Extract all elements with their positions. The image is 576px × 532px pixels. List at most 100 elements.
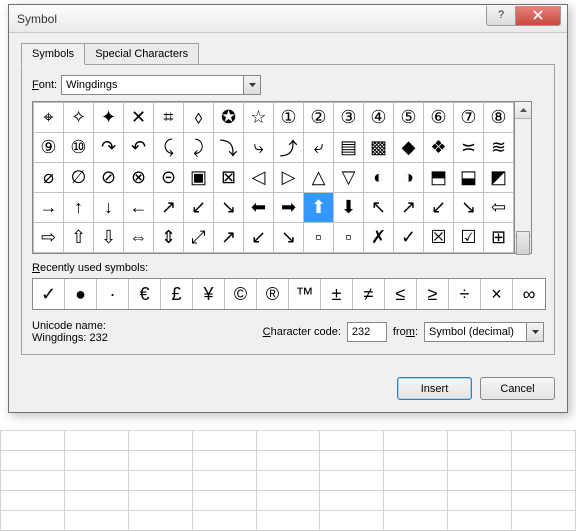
recent-symbol-cell[interactable]: ≥ [417, 279, 449, 309]
recent-symbol-cell[interactable]: ● [65, 279, 97, 309]
recent-symbol-cell[interactable]: ™ [289, 279, 321, 309]
titlebar[interactable]: Symbol ? [9, 5, 567, 33]
symbol-cell[interactable]: ⤴ [274, 133, 304, 163]
scroll-up-button[interactable] [515, 102, 531, 119]
symbol-cell[interactable]: ⑨ [34, 133, 64, 163]
recent-symbol-cell[interactable]: × [481, 279, 513, 309]
symbol-cell[interactable]: ➡ [274, 193, 304, 223]
symbol-cell[interactable]: ↘ [214, 193, 244, 223]
symbol-cell[interactable]: ❖ [424, 133, 454, 163]
symbol-grid[interactable]: ⌖✧✦✕⌗⬨✪☆①②③④⑤⑥⑦⑧⑨⑩↷↶⤹⤸⤵⤷⤴⤶▤▩◆❖≍≋⌀∅⊘⊗⊝▣⊠◁… [32, 101, 515, 254]
symbol-cell[interactable]: ✧ [64, 103, 94, 133]
symbol-cell[interactable]: ⌗ [154, 103, 184, 133]
symbol-cell[interactable]: ✕ [124, 103, 154, 133]
symbol-cell[interactable]: ▤ [334, 133, 364, 163]
spreadsheet-grid[interactable] [0, 430, 576, 531]
symbol-cell[interactable]: ⑤ [394, 103, 424, 133]
font-combobox[interactable]: Wingdings [61, 75, 261, 95]
symbol-cell[interactable]: ④ [364, 103, 394, 133]
symbol-cell[interactable]: ◐ [364, 163, 394, 193]
symbol-cell[interactable]: ↖ [364, 193, 394, 223]
symbol-cell[interactable]: ⤹ [154, 133, 184, 163]
tab-special-characters[interactable]: Special Characters [84, 43, 199, 65]
symbol-cell[interactable]: ← [124, 193, 154, 223]
recent-symbol-cell[interactable]: ✓ [33, 279, 65, 309]
symbol-cell[interactable]: ⊘ [94, 163, 124, 193]
symbol-cell[interactable]: ☆ [244, 103, 274, 133]
character-code-input[interactable]: 232 [347, 322, 387, 342]
symbol-cell[interactable]: → [34, 193, 64, 223]
symbol-cell[interactable]: ↑ [64, 193, 94, 223]
symbol-cell[interactable]: ↓ [94, 193, 124, 223]
symbol-cell[interactable]: △ [304, 163, 334, 193]
symbol-cell[interactable]: ↙ [424, 193, 454, 223]
symbol-cell[interactable]: ≋ [484, 133, 514, 163]
recent-symbol-cell[interactable]: € [129, 279, 161, 309]
symbol-cell[interactable]: ∅ [64, 163, 94, 193]
recent-symbol-cell[interactable]: ¥ [193, 279, 225, 309]
symbol-cell[interactable]: ▫ [334, 223, 364, 253]
symbol-cell[interactable]: ☒ [424, 223, 454, 253]
symbol-cell[interactable]: ▷ [274, 163, 304, 193]
symbol-cell[interactable]: ⬓ [454, 163, 484, 193]
symbol-cell[interactable]: ◆ [394, 133, 424, 163]
symbol-cell[interactable]: ✪ [214, 103, 244, 133]
symbol-cell[interactable]: ⊗ [124, 163, 154, 193]
scroll-track[interactable] [515, 119, 531, 236]
symbol-cell[interactable]: ⤷ [244, 133, 274, 163]
symbol-cell[interactable]: ≍ [454, 133, 484, 163]
recent-symbol-cell[interactable]: ≠ [353, 279, 385, 309]
symbol-cell[interactable]: ⤶ [304, 133, 334, 163]
recent-symbol-cell[interactable]: ÷ [449, 279, 481, 309]
symbol-cell[interactable]: ⑧ [484, 103, 514, 133]
symbol-cell[interactable]: ⤵ [214, 133, 244, 163]
symbol-grid-scrollbar[interactable] [515, 101, 532, 254]
symbol-cell[interactable]: ▽ [334, 163, 364, 193]
insert-button[interactable]: Insert [397, 377, 472, 400]
symbol-cell[interactable]: ◁ [244, 163, 274, 193]
symbol-cell[interactable]: ↙ [184, 193, 214, 223]
symbol-cell[interactable]: ⇔ [124, 223, 154, 253]
scroll-thumb[interactable] [516, 231, 530, 255]
symbol-cell[interactable]: ⊞ [484, 223, 514, 253]
from-combobox[interactable]: Symbol (decimal) [424, 322, 544, 342]
symbol-cell[interactable]: ⬨ [184, 103, 214, 133]
recent-symbol-cell[interactable]: ® [257, 279, 289, 309]
symbol-cell[interactable]: ⤢ [184, 223, 214, 253]
symbol-cell[interactable]: ↙ [244, 223, 274, 253]
symbol-cell[interactable]: ⊠ [214, 163, 244, 193]
recent-symbol-cell[interactable]: · [97, 279, 129, 309]
symbol-cell[interactable]: ✦ [94, 103, 124, 133]
symbol-cell[interactable]: ⬒ [424, 163, 454, 193]
symbol-cell[interactable]: ↗ [154, 193, 184, 223]
symbol-cell[interactable]: ↶ [124, 133, 154, 163]
symbol-cell[interactable]: ⑥ [424, 103, 454, 133]
symbol-cell[interactable]: ◑ [394, 163, 424, 193]
symbol-cell[interactable]: ↘ [454, 193, 484, 223]
symbol-cell[interactable]: ⇧ [64, 223, 94, 253]
recent-symbol-cell[interactable]: ≤ [385, 279, 417, 309]
recent-symbol-cell[interactable]: ∞ [513, 279, 545, 309]
symbol-cell[interactable]: ⇦ [484, 193, 514, 223]
symbol-cell[interactable]: ▣ [184, 163, 214, 193]
symbol-cell[interactable]: ⬅ [244, 193, 274, 223]
symbol-cell[interactable]: ⑩ [64, 133, 94, 163]
symbol-cell[interactable]: ◩ [484, 163, 514, 193]
symbol-cell[interactable]: ⇨ [34, 223, 64, 253]
symbol-cell[interactable]: ③ [334, 103, 364, 133]
symbol-cell[interactable]: ↘ [274, 223, 304, 253]
recent-symbol-cell[interactable]: ± [321, 279, 353, 309]
symbol-cell[interactable]: ↗ [214, 223, 244, 253]
symbol-cell[interactable]: ☑ [454, 223, 484, 253]
recent-symbol-cell[interactable]: © [225, 279, 257, 309]
tab-symbols[interactable]: Symbols [21, 43, 85, 65]
symbol-cell[interactable]: ⌀ [34, 163, 64, 193]
symbol-cell[interactable]: ⌖ [34, 103, 64, 133]
symbol-cell[interactable]: ▫ [304, 223, 334, 253]
symbol-cell[interactable]: ⤸ [184, 133, 214, 163]
symbol-cell[interactable]: ⊝ [154, 163, 184, 193]
close-button[interactable] [515, 6, 561, 26]
from-dropdown-button[interactable] [526, 323, 543, 341]
symbol-cell[interactable]: ✗ [364, 223, 394, 253]
symbol-cell[interactable]: ⇕ [154, 223, 184, 253]
